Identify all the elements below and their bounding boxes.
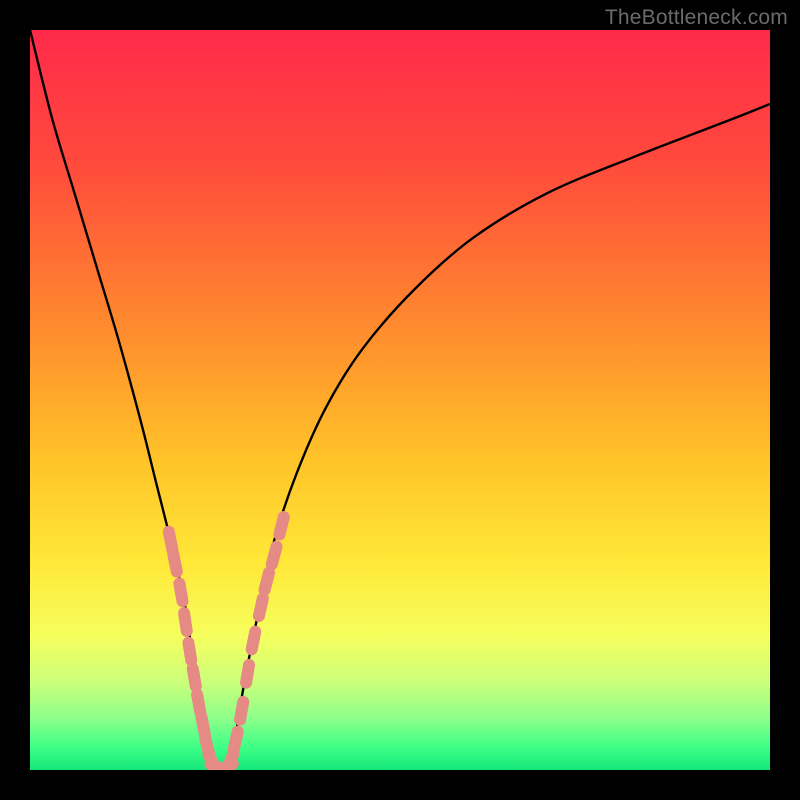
watermark-text: TheBottleneck.com [605, 6, 788, 30]
marker-capsule [246, 665, 249, 683]
marker-capsule [240, 702, 243, 720]
bottleneck-curve [30, 30, 770, 770]
marker-capsule [226, 754, 233, 770]
marker-capsule [179, 584, 182, 602]
marker-capsule [234, 732, 238, 750]
marker-capsule [184, 613, 187, 631]
marker-capsule [201, 717, 205, 735]
marker-capsule [173, 554, 177, 572]
chart-frame: TheBottleneck.com [0, 0, 800, 800]
plot-area [30, 30, 770, 770]
marker-capsule [197, 695, 200, 713]
marker-capsule [272, 547, 277, 564]
marker-capsule [259, 598, 263, 616]
marker-capsule [188, 643, 191, 661]
marker-capsule [169, 532, 173, 550]
marker-capsule [193, 669, 196, 687]
marker-capsule [279, 517, 283, 534]
marker-group [169, 517, 284, 770]
marker-capsule [252, 632, 256, 650]
curve-layer [30, 30, 770, 770]
marker-capsule [265, 573, 269, 590]
